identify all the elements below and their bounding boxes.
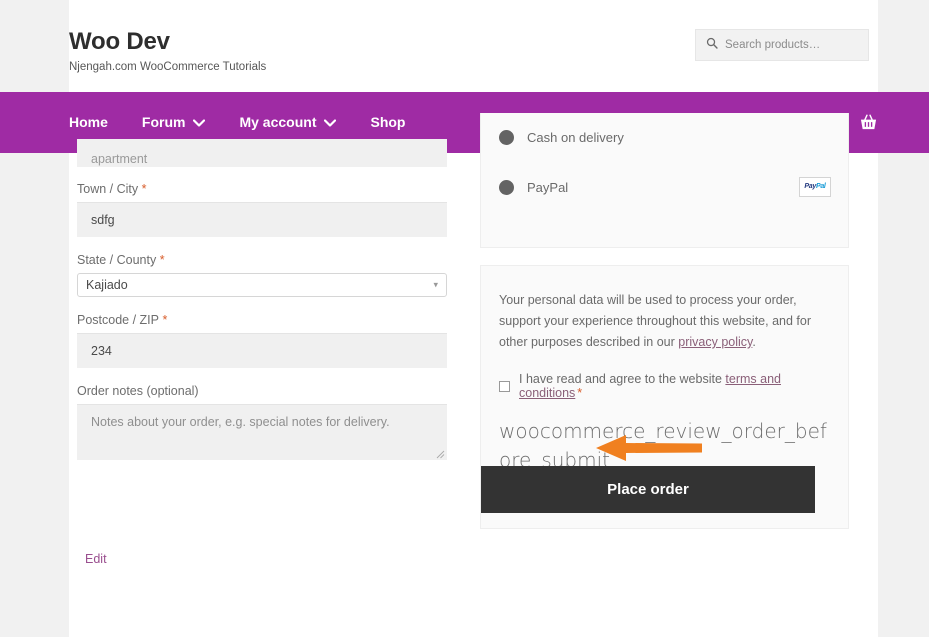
radio-button-icon[interactable]	[499, 129, 514, 145]
edit-link[interactable]: Edit	[85, 552, 107, 566]
privacy-and-submit-panel: Your personal data will be used to proce…	[480, 265, 849, 529]
payment-methods-panel: Cash on delivery PayPal PayPal	[480, 113, 849, 248]
chevron-down-icon: ▾	[433, 279, 438, 290]
site-tagline: Njengah.com WooCommerce Tutorials	[69, 61, 267, 73]
privacy-policy-link[interactable]: privacy policy	[678, 335, 752, 349]
paypal-logo-icon: PayPal	[799, 177, 831, 197]
payment-method-cod[interactable]: Cash on delivery	[481, 113, 848, 161]
terms-checkbox[interactable]	[499, 380, 510, 392]
place-order-button[interactable]: Place order	[481, 466, 815, 513]
payment-method-paypal[interactable]: PayPal PayPal	[481, 161, 848, 213]
postcode-label-text: Postcode / ZIP	[77, 313, 159, 327]
order-notes-field-group: Order notes (optional) Notes about your …	[77, 384, 455, 460]
resize-handle-icon[interactable]	[435, 448, 445, 459]
search-placeholder-text: Search products…	[725, 39, 821, 51]
search-icon	[706, 36, 718, 54]
site-branding[interactable]: Woo Dev Njengah.com WooCommerce Tutorial…	[69, 28, 266, 74]
order-notes-label: Order notes (optional)	[77, 384, 199, 398]
address-line-2-field[interactable]: apartment	[77, 139, 447, 167]
state-county-label: State / County *	[77, 253, 455, 267]
town-city-field-group: Town / City * sdfg	[77, 182, 455, 237]
postcode-field-group: Postcode / ZIP * 234	[77, 313, 455, 368]
state-county-field-group: State / County * Kajiado ▾	[77, 253, 455, 297]
required-asterisk: *	[138, 182, 147, 196]
terms-prefix-text: I have read and agree to the website	[519, 372, 726, 386]
checkout-content: apartment Town / City * sdfg State / Cou…	[69, 113, 878, 637]
site-header: Woo Dev Njengah.com WooCommerce Tutorial…	[69, 0, 878, 92]
radio-button-icon[interactable]	[499, 179, 514, 195]
terms-acceptance-row: I have read and agree to the website ter…	[499, 372, 830, 400]
town-city-label-text: Town / City	[77, 182, 139, 196]
address-line-2-value: apartment	[91, 152, 148, 166]
order-notes-textarea[interactable]: Notes about your order, e.g. special not…	[77, 404, 447, 460]
postcode-value: 234	[91, 344, 112, 358]
postcode-input[interactable]: 234	[77, 333, 447, 368]
required-asterisk: *	[156, 253, 165, 267]
payment-method-label: Cash on delivery	[527, 129, 624, 145]
billing-form-column: apartment Town / City * sdfg State / Cou…	[77, 139, 455, 566]
order-notes-placeholder: Notes about your order, e.g. special not…	[91, 415, 390, 429]
privacy-text-part1: Your personal data will be used to proce…	[499, 293, 811, 349]
state-county-select[interactable]: Kajiado ▾	[77, 273, 447, 297]
page-root: Woo Dev Njengah.com WooCommerce Tutorial…	[0, 0, 929, 637]
privacy-policy-text: Your personal data will be used to proce…	[499, 290, 830, 353]
required-asterisk: *	[158, 313, 168, 327]
required-asterisk: *	[577, 386, 583, 400]
site-title: Woo Dev	[69, 28, 170, 55]
state-county-label-text: State / County	[77, 253, 157, 267]
payment-method-label: PayPal	[527, 179, 569, 195]
state-county-value: Kajiado	[86, 278, 128, 292]
shopping-basket-icon[interactable]	[859, 114, 878, 131]
privacy-text-part2: .	[752, 335, 756, 349]
town-city-value: sdfg	[91, 213, 115, 227]
town-city-label: Town / City *	[77, 182, 455, 196]
town-city-input[interactable]: sdfg	[77, 202, 447, 237]
postcode-label: Postcode / ZIP *	[77, 313, 455, 327]
search-input[interactable]: Search products…	[695, 29, 869, 61]
terms-label: I have read and agree to the website ter…	[519, 372, 830, 400]
